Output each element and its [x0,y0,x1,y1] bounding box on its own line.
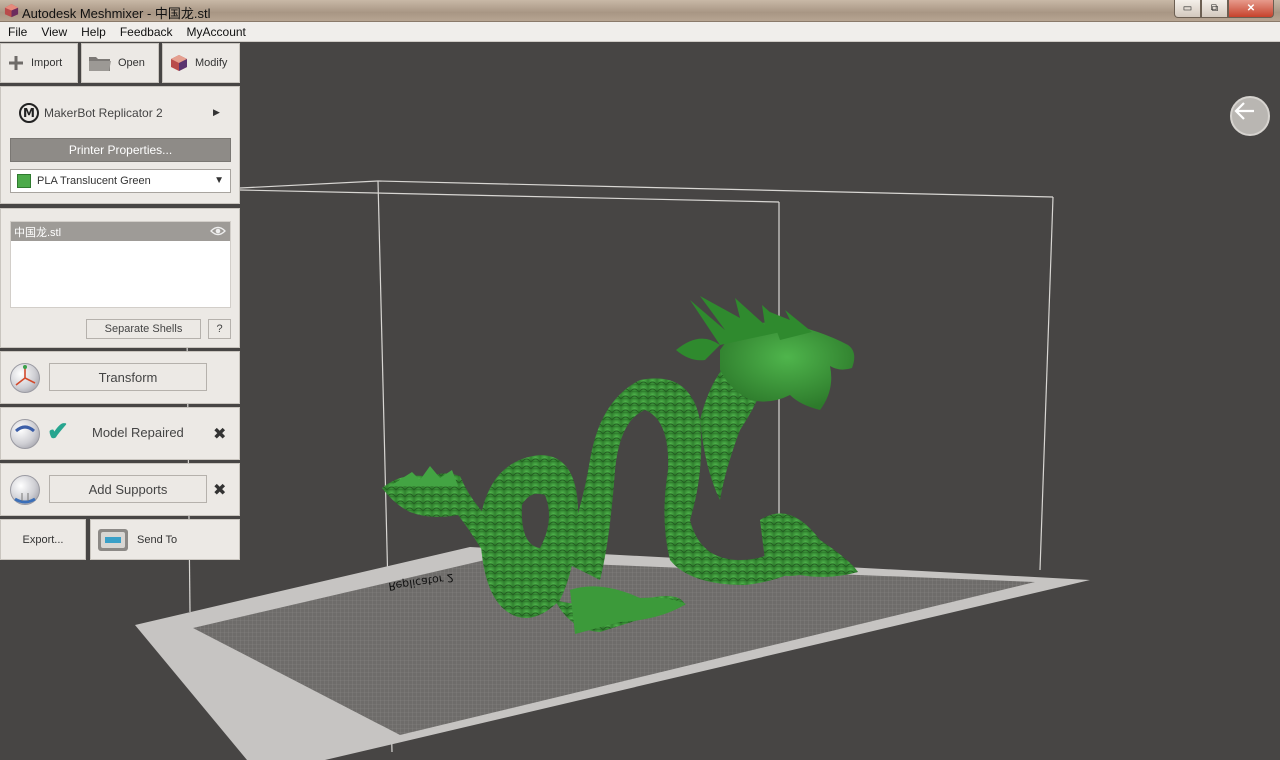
meshmixer-app-icon [4,3,19,18]
send-to-button[interactable]: Send To [90,519,240,560]
printer-panel: M MakerBot Replicator 2 ▶ Printer Proper… [0,86,240,204]
transform-panel: Transform [0,351,240,404]
plus-icon [7,54,25,72]
add-supports-button[interactable]: Add Supports [49,475,207,503]
expand-arrow-icon[interactable]: ▶ [213,107,220,118]
window-title: Autodesk Meshmixer - 中国龙.stl [22,6,211,21]
modify-button[interactable]: Modify [162,43,240,83]
check-icon: ✔ [47,416,69,446]
separate-shells-button[interactable]: Separate Shells [86,319,201,339]
repair-panel: ✔ Model Repaired ✖ [0,407,240,460]
object-list[interactable]: 中国龙.stl [10,221,231,308]
printer-properties-button[interactable]: Printer Properties... [10,138,231,162]
modify-cube-icon [169,53,189,73]
menu-bar: File View Help Feedback MyAccount [0,22,1280,42]
transform-gizmo-icon [10,363,40,393]
model-repaired-status: Model Repaired [92,425,184,440]
printer-send-icon [97,526,129,554]
title-bar: Autodesk Meshmixer - 中国龙.stl ▭ ⧉ ✕ [0,0,1280,22]
material-color-swatch [17,174,31,188]
export-label: Export... [22,533,64,546]
help-button[interactable]: ? [208,319,231,339]
material-name: PLA Translucent Green [37,175,151,187]
supports-sphere-icon [10,475,40,505]
dropdown-caret-icon: ▼ [214,175,224,186]
menu-help[interactable]: Help [81,25,106,39]
folder-icon [88,54,112,72]
menu-myaccount[interactable]: MyAccount [187,25,246,39]
open-label: Open [118,57,145,69]
import-button[interactable]: Import [0,43,78,83]
send-to-label: Send To [137,533,178,546]
menu-feedback[interactable]: Feedback [120,25,173,39]
open-button[interactable]: Open [81,43,159,83]
supports-panel: Add Supports ✖ [0,463,240,516]
import-label: Import [31,57,63,69]
back-arrow-button[interactable] [1230,96,1270,136]
material-dropdown[interactable]: PLA Translucent Green ▼ [10,169,231,193]
printer-name: MakerBot Replicator 2 [44,106,163,120]
object-name: 中国龙.stl [14,226,62,239]
wrench-settings-icon[interactable]: ✖ [213,480,226,500]
eye-visibility-icon[interactable] [210,225,226,237]
object-row[interactable]: 中国龙.stl [11,222,230,241]
inspector-sphere-icon [10,419,40,449]
maximize-button[interactable]: ⧉ [1201,0,1228,18]
menu-file[interactable]: File [8,25,27,39]
objects-panel: 中国龙.stl Separate Shells ? [0,208,240,348]
transform-button[interactable]: Transform [49,363,207,391]
menu-view[interactable]: View [41,25,67,39]
modify-label: Modify [195,57,228,69]
wrench-settings-icon[interactable]: ✖ [213,424,226,444]
export-button[interactable]: Export... [0,519,86,560]
window-controls: ▭ ⧉ ✕ [1174,0,1274,18]
printer-selector[interactable]: M MakerBot Replicator 2 [19,103,163,123]
makerbot-logo-icon: M [19,103,39,123]
close-button[interactable]: ✕ [1228,0,1274,18]
minimize-button[interactable]: ▭ [1174,0,1201,18]
arrow-left-icon [1234,102,1254,120]
build-plate: Replicator 2 [135,547,1090,760]
